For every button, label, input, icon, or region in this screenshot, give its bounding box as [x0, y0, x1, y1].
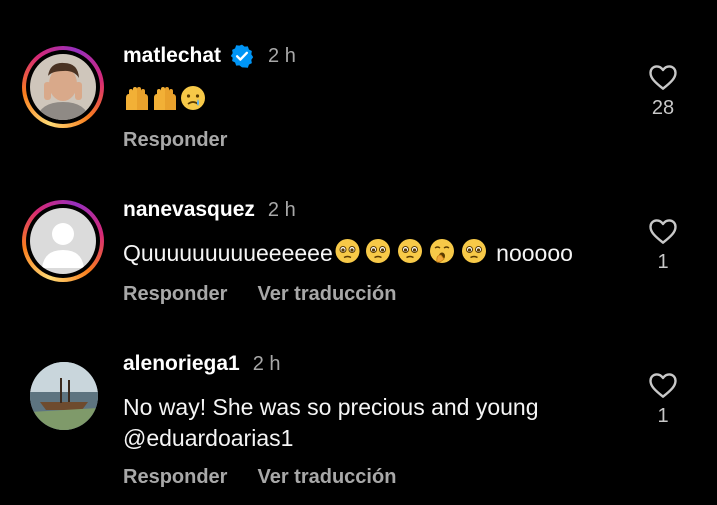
pleading-face-icon	[335, 239, 360, 263]
avatar[interactable]	[30, 362, 98, 430]
username[interactable]: nanevasquez	[123, 198, 255, 222]
avatar[interactable]	[30, 54, 96, 120]
comment-text: Quuuuuuuuueeeeee nooooo	[123, 237, 573, 269]
pleading-face-icon	[397, 239, 422, 263]
heart-icon[interactable]	[648, 63, 678, 91]
heart-icon[interactable]	[648, 217, 678, 245]
translate-button[interactable]: Ver traducción	[257, 466, 396, 489]
reply-button[interactable]: Responder	[123, 466, 227, 489]
raising-hands-icon	[126, 87, 148, 110]
verified-badge-icon	[230, 44, 254, 68]
pleading-face-icon	[365, 239, 390, 263]
username[interactable]: alenoriega1	[123, 352, 240, 376]
avatar[interactable]	[30, 208, 96, 274]
story-ring[interactable]	[22, 200, 104, 282]
user-mention-link[interactable]: @eduardoarias1	[123, 423, 539, 454]
translate-button[interactable]: Ver traducción	[257, 283, 396, 306]
story-ring[interactable]	[22, 46, 104, 128]
reply-button[interactable]: Responder	[123, 129, 227, 152]
like-count: 28	[651, 97, 675, 119]
like-count: 1	[657, 251, 669, 273]
like-button[interactable]: 28	[644, 63, 682, 120]
like-count: 1	[657, 405, 669, 427]
comment-text: No way! She was so precious and young @e…	[123, 392, 539, 454]
like-button[interactable]: 1	[644, 371, 682, 428]
comment-text	[123, 84, 207, 116]
timestamp: 2 h	[268, 44, 296, 67]
reply-button[interactable]: Responder	[123, 283, 227, 306]
username[interactable]: matlechat	[123, 44, 221, 68]
like-button[interactable]: 1	[644, 217, 682, 274]
timestamp: 2 h	[252, 352, 281, 375]
heart-icon[interactable]	[648, 371, 678, 399]
timestamp: 2 h	[267, 198, 296, 221]
crying-face-icon	[181, 86, 205, 110]
pleading-face-icon	[461, 239, 486, 263]
raising-hands-icon	[154, 87, 176, 110]
yawning-face-icon	[429, 239, 454, 263]
